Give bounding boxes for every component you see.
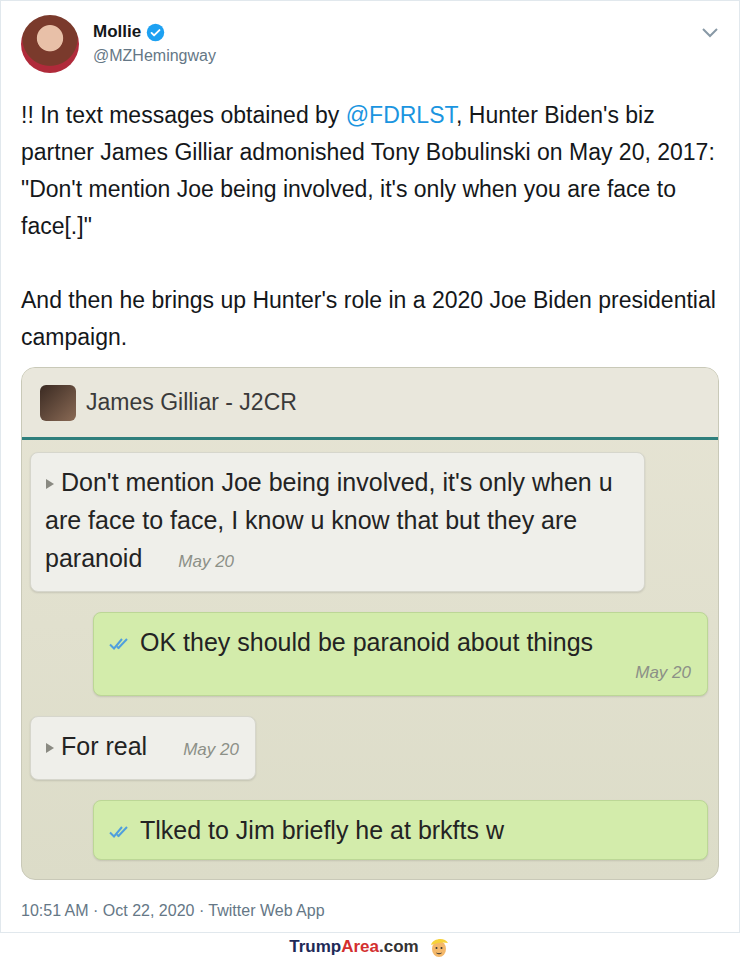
more-button[interactable] xyxy=(701,27,719,39)
message-time: May 20 xyxy=(183,731,239,769)
trump-face-icon xyxy=(427,935,451,959)
text-span: !! In text messages obtained by xyxy=(21,102,346,128)
message-text: Don't mention Joe being involved, it's o… xyxy=(45,468,613,572)
message-text: Tlked to Jim briefly he at brkfts w xyxy=(140,816,504,844)
outgoing-message: Tlked to Jim briefly he at brkfts w xyxy=(93,800,708,860)
tweet-paragraph: !! In text messages obtained by @FDRLST,… xyxy=(21,97,719,245)
watermark-part: Area xyxy=(341,937,379,956)
tweet-media[interactable]: James Gilliar - J2CR Don't mention Joe be… xyxy=(21,367,719,880)
message-time: May 20 xyxy=(178,543,234,581)
watermark-text: TrumpArea.com xyxy=(289,936,418,958)
tweet-header: Mollie@MZHemingway xyxy=(21,1,719,73)
incoming-message: Don't mention Joe being involved, it's o… xyxy=(30,452,645,592)
tweet-paragraph: And then he brings up Hunter's role in a… xyxy=(21,282,719,356)
verified-icon xyxy=(146,23,165,42)
incoming-arrow-icon xyxy=(45,741,55,755)
watermark: TrumpArea.com xyxy=(0,933,740,961)
watermark-part: .com xyxy=(379,937,419,956)
mention-link[interactable]: @FDRLST xyxy=(346,102,456,128)
incoming-arrow-icon xyxy=(45,477,55,491)
tweet-timestamp[interactable]: 10:51 AM · Oct 22, 2020 · Twitter Web Ap… xyxy=(21,900,719,922)
author-avatar[interactable] xyxy=(21,15,79,73)
message-text: OK they should be paranoid about things xyxy=(140,628,593,656)
page: Mollie@MZHemingway !! In text messages ob… xyxy=(0,0,740,961)
message-text: For real xyxy=(61,732,147,760)
double-check-icon xyxy=(108,824,134,840)
author-name[interactable]: Mollie xyxy=(93,21,141,43)
contact-avatar xyxy=(40,385,76,421)
double-check-icon xyxy=(108,636,134,652)
message-list: Don't mention Joe being involved, it's o… xyxy=(22,440,718,860)
watermark-part: Trump xyxy=(289,937,341,956)
chevron-down-icon xyxy=(701,27,719,39)
chat-header: James Gilliar - J2CR xyxy=(22,368,718,440)
tweet-text: !! In text messages obtained by @FDRLST,… xyxy=(21,97,719,356)
tweet-card: Mollie@MZHemingway !! In text messages ob… xyxy=(0,0,740,933)
incoming-message: For real May 20 xyxy=(30,716,256,780)
outgoing-message: OK they should be paranoid about things M… xyxy=(93,612,708,696)
author-info: Mollie@MZHemingway xyxy=(93,15,216,67)
text-span: And then he brings up Hunter's role in a… xyxy=(21,287,716,350)
author-handle[interactable]: @MZHemingway xyxy=(93,45,216,67)
message-time: May 20 xyxy=(108,661,691,685)
name-row: Mollie xyxy=(93,21,216,43)
chat-title: James Gilliar - J2CR xyxy=(86,389,297,416)
